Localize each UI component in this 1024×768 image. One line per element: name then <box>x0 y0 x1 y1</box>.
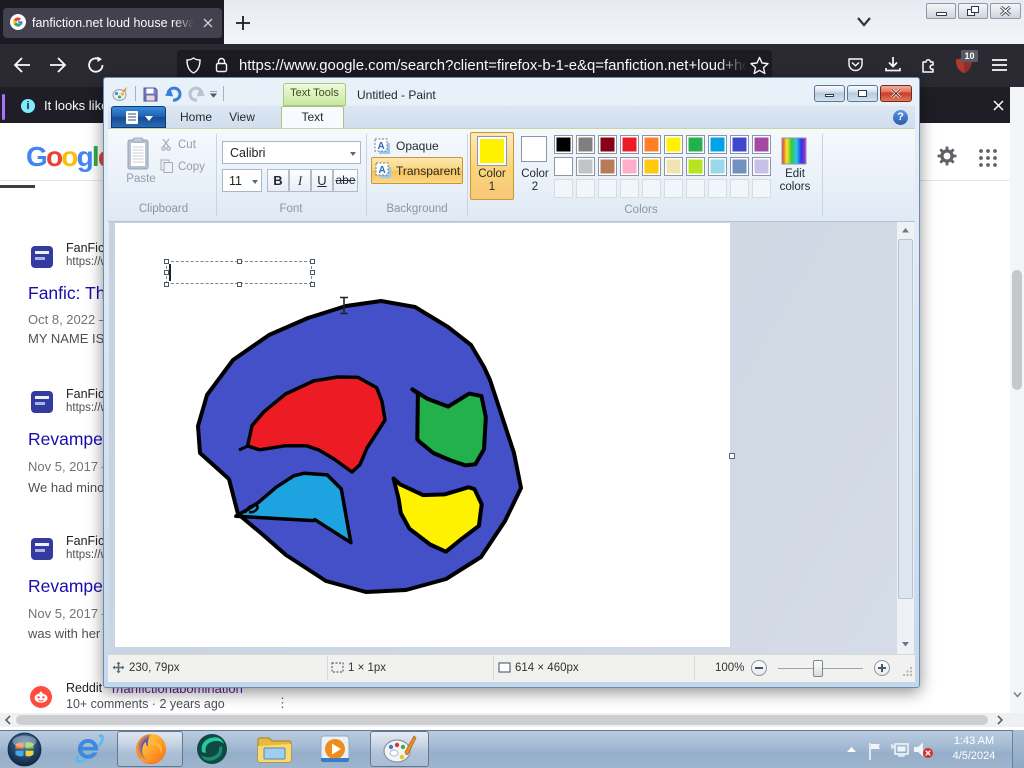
svg-text:A: A <box>379 165 386 176</box>
svg-text:A: A <box>378 141 385 152</box>
